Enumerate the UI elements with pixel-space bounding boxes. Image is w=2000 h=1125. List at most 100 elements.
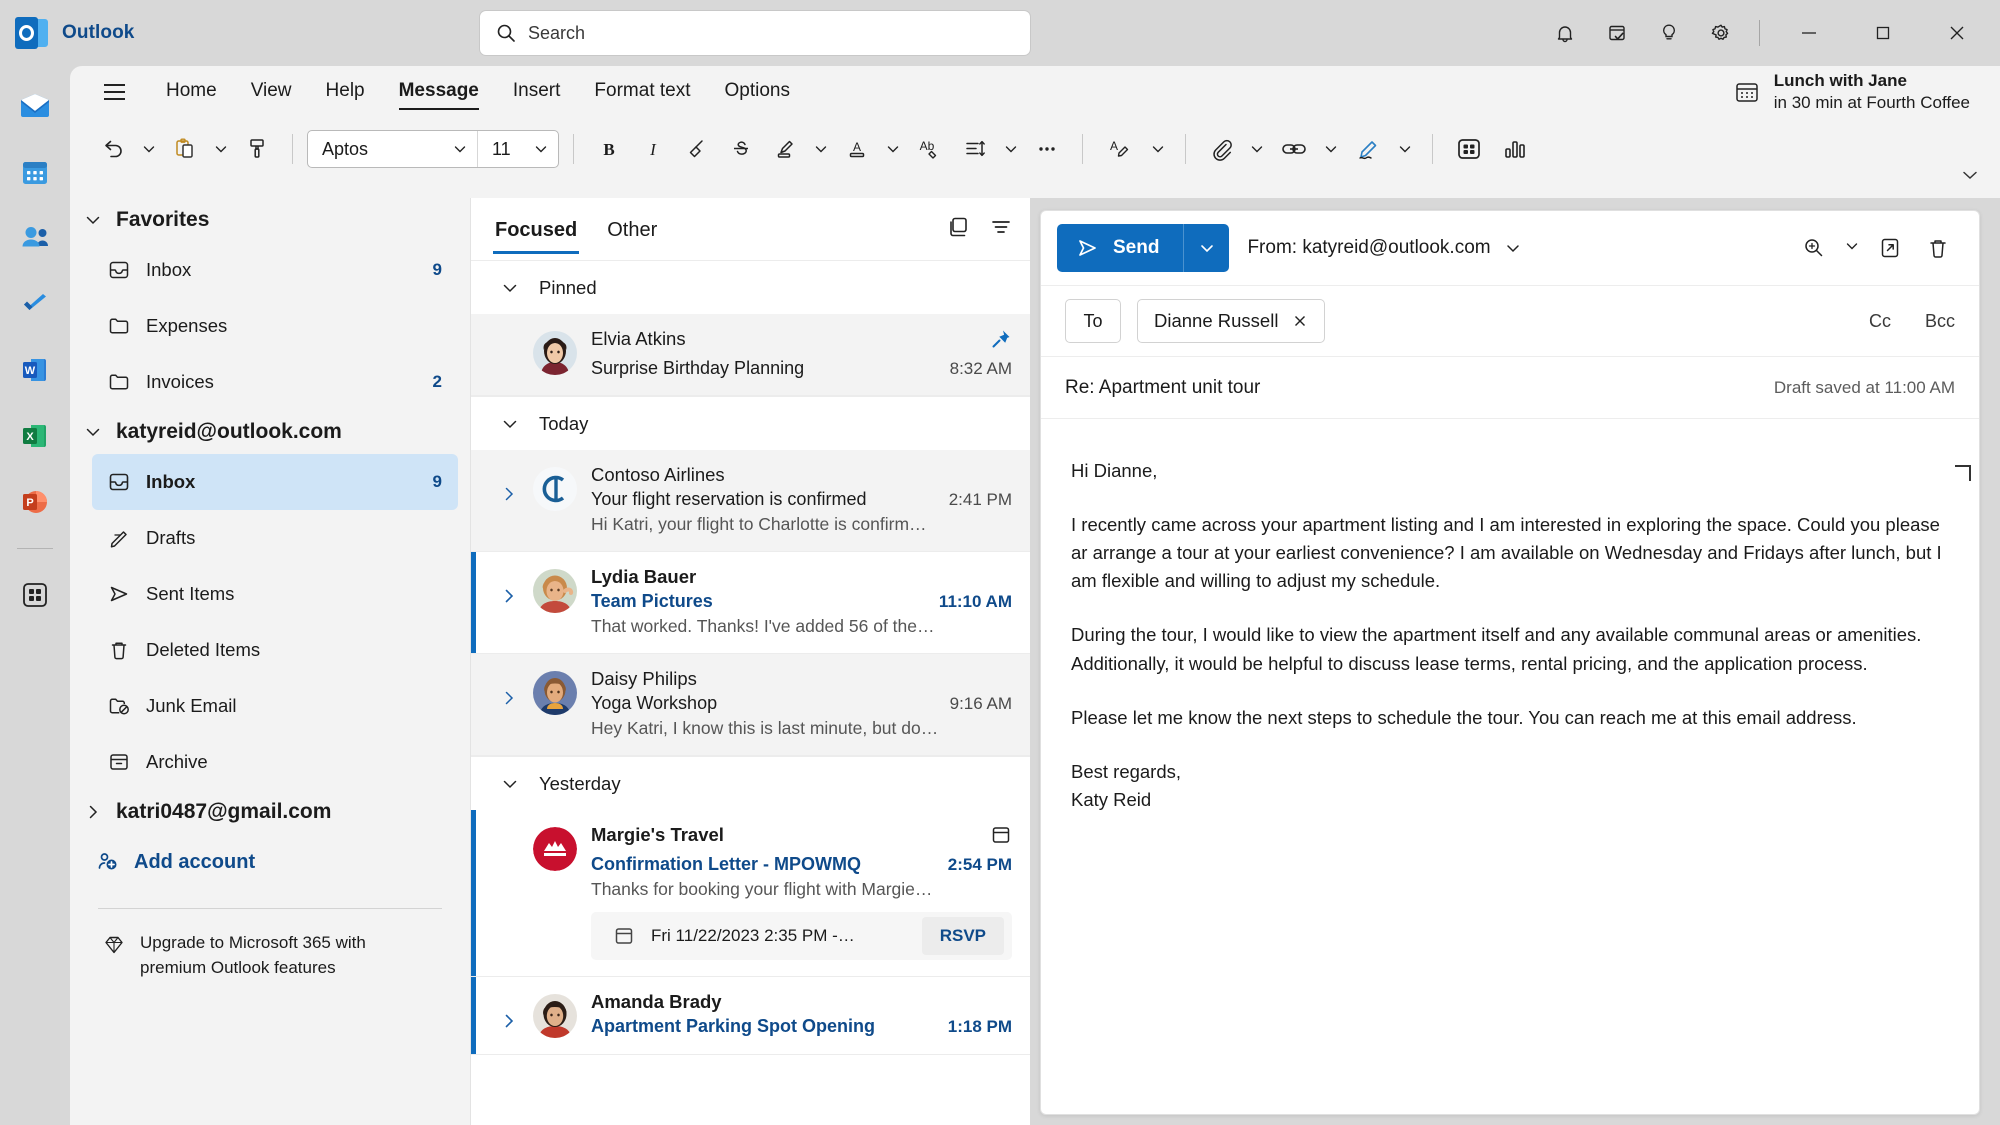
clear-formatting-button[interactable] <box>676 126 718 172</box>
apps-button[interactable] <box>1447 126 1491 172</box>
line-spacing-dropdown[interactable] <box>998 126 1024 172</box>
favorites-header[interactable]: Favorites <box>70 198 470 242</box>
tab-message[interactable]: Message <box>385 74 493 110</box>
tab-view[interactable]: View <box>237 74 306 110</box>
undo-dropdown[interactable] <box>136 126 162 172</box>
link-dropdown[interactable] <box>1318 126 1344 172</box>
rail-item-word[interactable]: W <box>9 344 61 396</box>
send-button[interactable]: Send <box>1057 224 1183 272</box>
italic-button[interactable]: I <box>632 126 674 172</box>
tab-help[interactable]: Help <box>312 74 379 110</box>
todo-button[interactable] <box>1593 11 1641 55</box>
settings-button[interactable] <box>1697 11 1745 55</box>
resize-handle-icon[interactable] <box>1955 465 1971 481</box>
signature-dropdown[interactable] <box>1392 126 1418 172</box>
poll-button[interactable] <box>1493 126 1537 172</box>
favorite-expenses[interactable]: Expenses <box>92 298 458 354</box>
folder-archive[interactable]: Archive <box>92 734 458 790</box>
ribbon-expand-button[interactable] <box>1960 165 1980 190</box>
cc-button[interactable]: Cc <box>1869 311 1891 332</box>
expand-thread-button[interactable] <box>501 566 519 637</box>
message-list-item[interactable]: Elvia Atkins Surprise Birthday Planning … <box>471 314 1030 396</box>
zoom-button[interactable] <box>1797 229 1831 267</box>
rail-item-todo[interactable] <box>9 278 61 330</box>
minimize-button[interactable] <box>1774 9 1844 57</box>
subject-row[interactable]: Re: Apartment unit tour Draft saved at 1… <box>1041 357 1979 419</box>
meeting-reminder[interactable]: Lunch with Jane in 30 min at Fourth Coff… <box>1734 70 2000 114</box>
folder-drafts[interactable]: Drafts <box>92 510 458 566</box>
tips-button[interactable] <box>1645 11 1693 55</box>
paste-dropdown[interactable] <box>208 126 234 172</box>
more-formatting-button[interactable] <box>1026 126 1068 172</box>
subject-input[interactable]: Re: Apartment unit tour <box>1065 377 1260 399</box>
rail-item-calendar[interactable] <box>9 146 61 198</box>
group-header-yesterday[interactable]: Yesterday <box>471 756 1030 810</box>
notifications-button[interactable] <box>1541 11 1589 55</box>
upgrade-promo[interactable]: Upgrade to Microsoft 365 with premium Ou… <box>70 909 470 980</box>
account1-header[interactable]: katyreid@outlook.com <box>70 410 470 454</box>
send-options-button[interactable] <box>1183 224 1229 272</box>
tab-format-text[interactable]: Format text <box>580 74 704 110</box>
highlight-button[interactable] <box>764 126 806 172</box>
pin-indicator[interactable] <box>980 328 1012 355</box>
attach-dropdown[interactable] <box>1244 126 1270 172</box>
maximize-button[interactable] <box>1848 9 1918 57</box>
folder-junk-email[interactable]: Junk Email <box>92 678 458 734</box>
filter-button[interactable] <box>988 214 1014 245</box>
attach-button[interactable] <box>1200 126 1242 172</box>
conversation-view-button[interactable] <box>946 214 972 245</box>
message-list-item[interactable]: Contoso Airlines Your flight reservation… <box>471 450 1030 552</box>
undo-button[interactable] <box>92 126 134 172</box>
rail-item-mail[interactable] <box>9 80 61 132</box>
favorite-inbox[interactable]: Inbox 9 <box>92 242 458 298</box>
account2-header[interactable]: katri0487@gmail.com <box>70 790 470 834</box>
paste-button[interactable] <box>164 126 206 172</box>
recipient-chip[interactable]: Dianne Russell <box>1137 299 1325 343</box>
bold-button[interactable]: B <box>588 126 630 172</box>
message-list-item[interactable]: Margie's Travel Confirmation Letter - MP… <box>471 810 1030 977</box>
tab-options[interactable]: Options <box>711 74 804 110</box>
signature-button[interactable] <box>1346 126 1390 172</box>
to-button[interactable]: To <box>1065 299 1121 343</box>
rsvp-button[interactable]: RSVP <box>922 917 1004 955</box>
link-button[interactable] <box>1272 126 1316 172</box>
message-list-item[interactable]: Lydia Bauer Team Pictures 11:10 AM That … <box>471 552 1030 654</box>
format-painter-button[interactable] <box>236 126 278 172</box>
close-icon[interactable] <box>1292 313 1308 329</box>
clear-all-formatting-button[interactable]: Ab <box>908 126 952 172</box>
font-color-dropdown[interactable] <box>880 126 906 172</box>
zoom-dropdown[interactable] <box>1845 239 1859 258</box>
calendar-flag[interactable] <box>980 824 1012 851</box>
expand-thread-button[interactable] <box>501 991 519 1038</box>
rail-item-people[interactable] <box>9 212 61 264</box>
strikethrough-button[interactable] <box>720 126 762 172</box>
group-header-pinned[interactable]: Pinned <box>471 260 1030 314</box>
font-name-select[interactable]: Aptos <box>308 131 478 167</box>
close-button[interactable] <box>1922 9 1992 57</box>
rail-item-powerpoint[interactable]: P <box>9 476 61 528</box>
highlight-dropdown[interactable] <box>808 126 834 172</box>
line-spacing-button[interactable] <box>954 126 996 172</box>
styles-button[interactable]: A <box>1097 126 1143 172</box>
message-body-editor[interactable]: Hi Dianne, I recently came across your a… <box>1041 419 1979 1114</box>
bcc-button[interactable]: Bcc <box>1925 311 1955 332</box>
rail-item-excel[interactable]: X <box>9 410 61 462</box>
expand-thread-button[interactable] <box>501 668 519 739</box>
message-list-item[interactable]: Amanda Brady Apartment Parking Spot Open… <box>471 977 1030 1055</box>
rail-item-more-apps[interactable] <box>9 569 61 621</box>
folder-deleted-items[interactable]: Deleted Items <box>92 622 458 678</box>
group-header-today[interactable]: Today <box>471 396 1030 450</box>
expand-thread-button[interactable] <box>501 464 519 535</box>
menu-toggle-button[interactable] <box>94 74 134 110</box>
folder-inbox[interactable]: Inbox 9 <box>92 454 458 510</box>
popout-button[interactable] <box>1873 229 1907 267</box>
font-color-button[interactable]: A <box>836 126 878 172</box>
tab-home[interactable]: Home <box>152 74 231 110</box>
search-input[interactable]: Search <box>480 11 1030 55</box>
add-account-button[interactable]: Add account <box>70 834 470 890</box>
tab-insert[interactable]: Insert <box>499 74 575 110</box>
font-size-select[interactable]: 11 <box>478 131 558 167</box>
styles-dropdown[interactable] <box>1145 126 1171 172</box>
favorite-invoices[interactable]: Invoices 2 <box>92 354 458 410</box>
message-list-item[interactable]: Daisy Philips Yoga Workshop 9:16 AM Hey … <box>471 654 1030 756</box>
